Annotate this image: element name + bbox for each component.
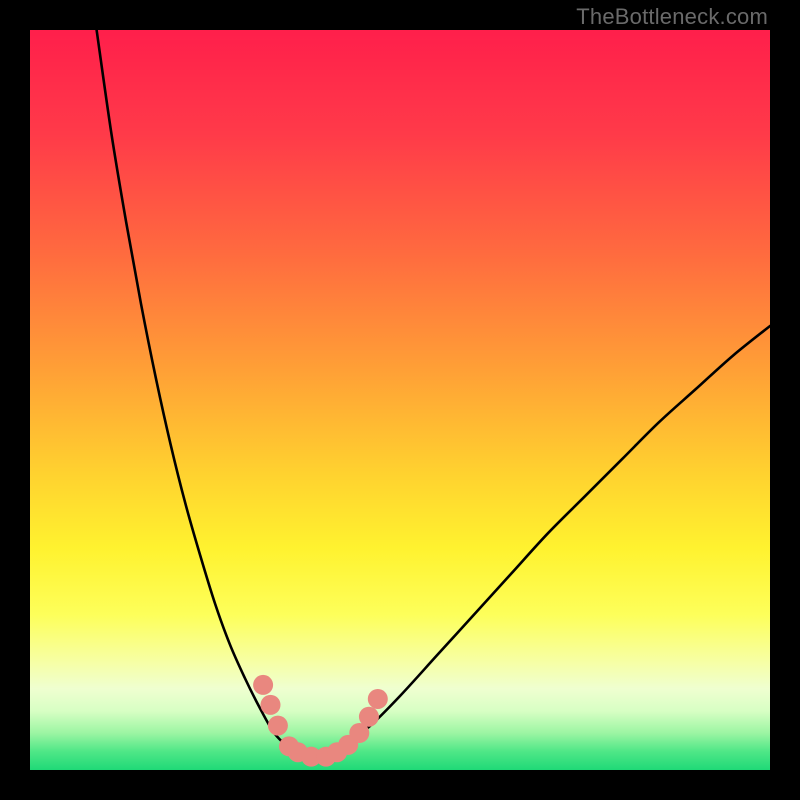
trough-markers [253, 675, 388, 767]
chart-frame: TheBottleneck.com [0, 0, 800, 800]
trough-marker [253, 675, 273, 695]
watermark-text: TheBottleneck.com [576, 4, 768, 30]
trough-marker [268, 716, 288, 736]
plot-area [30, 30, 770, 770]
trough-marker [368, 689, 388, 709]
bottleneck-curve [97, 30, 770, 757]
curve-layer [30, 30, 770, 770]
trough-marker [359, 707, 379, 727]
trough-marker [261, 695, 281, 715]
